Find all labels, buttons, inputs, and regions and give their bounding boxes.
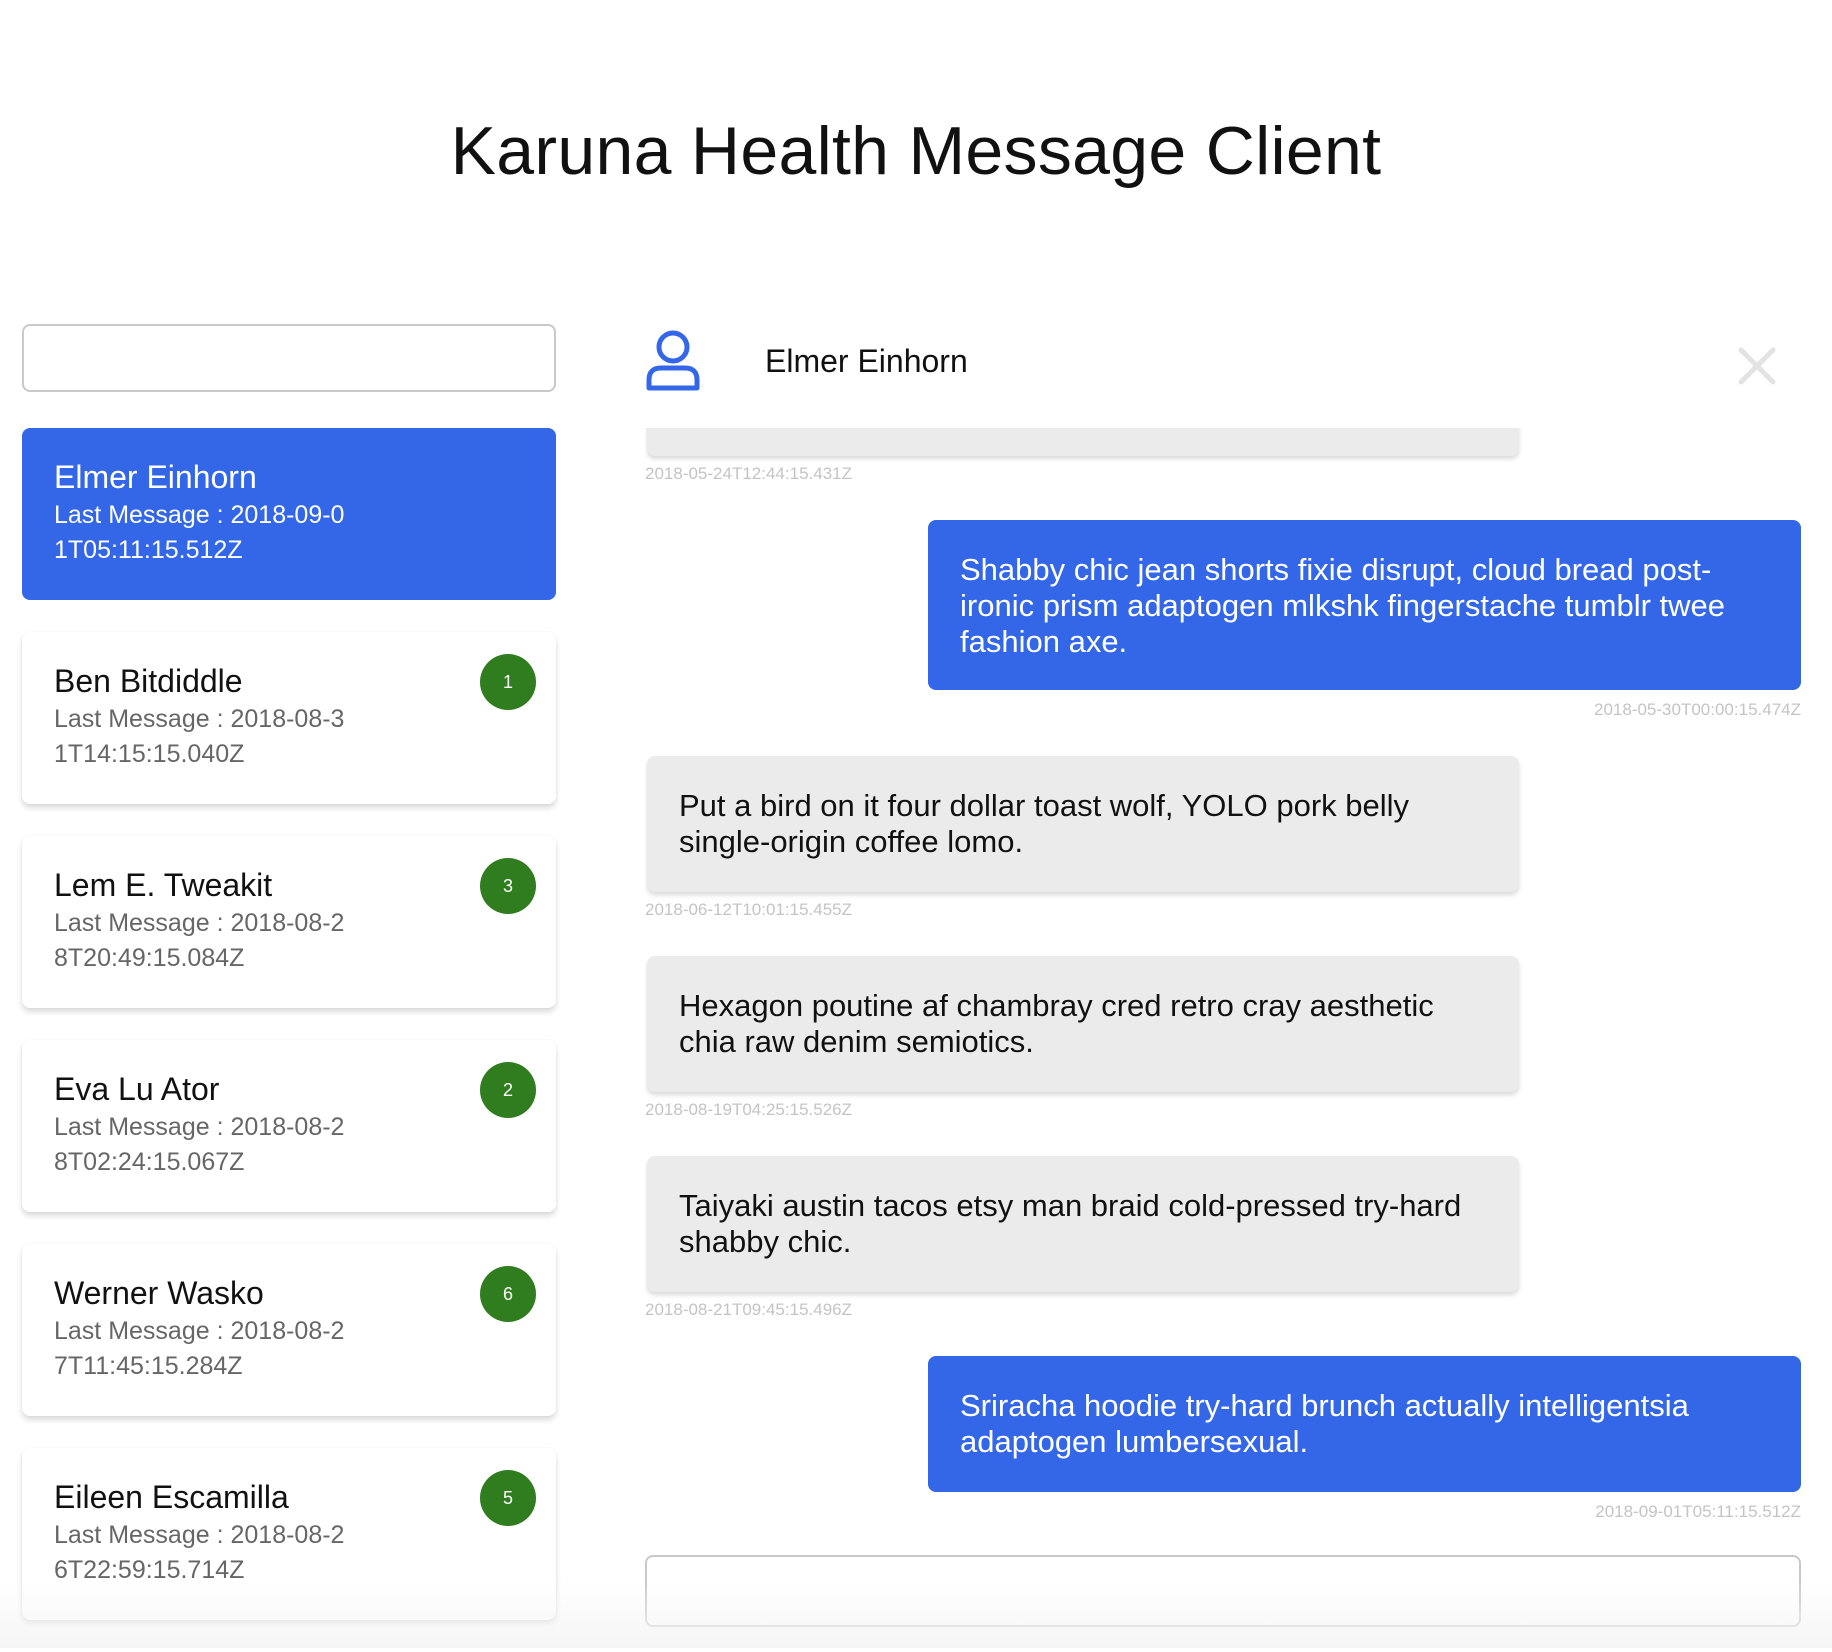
last-message-label: Last Message : <box>54 909 231 937</box>
last-message-label: Last Message : <box>54 1317 231 1345</box>
message-timestamp: 2018-06-12T10:01:15.455Z <box>645 900 852 919</box>
conversation-name: Eva Lu Ator <box>54 1071 220 1107</box>
conversation-last-message: Last Message : 2018-09-01T05:11:15.512Z <box>54 498 354 568</box>
conversation-last-message: Last Message : 2018-08-31T14:15:15.040Z <box>54 702 354 772</box>
last-message-label: Last Message : <box>54 1521 231 1549</box>
conversation-sidebar: Elmer Einhorn Last Message : 2018-09-01T… <box>22 324 556 1648</box>
conversation-item-eileen-escamilla[interactable]: Eileen Escamilla Last Message : 2018-08-… <box>22 1448 556 1620</box>
message-timestamp: 2018-05-30T00:00:15.474Z <box>1594 700 1801 719</box>
message-bubble-outgoing: Shabby chic jean shorts fixie disrupt, c… <box>928 520 1801 690</box>
message-bubble-incoming <box>647 428 1519 456</box>
conversation-name: Eileen Escamilla <box>54 1479 289 1515</box>
chat-header: Elmer Einhorn <box>645 324 1795 398</box>
message-bubble-incoming: Hexagon poutine af chambray cred retro c… <box>647 956 1519 1092</box>
close-icon[interactable] <box>1735 344 1779 388</box>
conversation-item-eva-lu-ator[interactable]: Eva Lu Ator Last Message : 2018-08-28T02… <box>22 1040 556 1212</box>
conversation-name: Elmer Einhorn <box>54 459 257 495</box>
unread-count-badge: 5 <box>480 1470 536 1526</box>
message-timestamp: 2018-08-21T09:45:15.496Z <box>645 1300 852 1319</box>
message-thread[interactable]: 2018-05-24T12:44:15.431Z Shabby chic jea… <box>645 428 1803 1538</box>
conversation-last-message: Last Message : 2018-08-27T11:45:15.284Z <box>54 1314 354 1384</box>
message-text: Hexagon poutine af chambray cred retro c… <box>679 988 1434 1059</box>
unread-count-badge: 2 <box>480 1062 536 1118</box>
user-icon <box>645 328 701 392</box>
conversation-item-lem-e-tweakit[interactable]: Lem E. Tweakit Last Message : 2018-08-28… <box>22 836 556 1008</box>
conversation-name: Lem E. Tweakit <box>54 867 273 903</box>
unread-count-badge: 6 <box>480 1266 536 1322</box>
conversation-last-message: Last Message : 2018-08-28T02:24:15.067Z <box>54 1110 354 1180</box>
message-bubble-outgoing: Sriracha hoodie try-hard brunch actually… <box>928 1356 1801 1492</box>
message-text: Sriracha hoodie try-hard brunch actually… <box>960 1388 1689 1459</box>
message-text: Taiyaki austin tacos etsy man braid cold… <box>679 1188 1462 1259</box>
conversation-last-message: Last Message : 2018-08-26T22:59:15.714Z <box>54 1518 354 1588</box>
last-message-label: Last Message : <box>54 501 231 529</box>
conversation-item-ben-bitdiddle[interactable]: Ben Bitdiddle Last Message : 2018-08-31T… <box>22 632 556 804</box>
app-title: Karuna Health Message Client <box>450 113 1382 189</box>
conversation-item-werner-wasko[interactable]: Werner Wasko Last Message : 2018-08-27T1… <box>22 1244 556 1416</box>
search-input[interactable] <box>22 324 556 392</box>
message-timestamp: 2018-09-01T05:11:15.512Z <box>1595 1502 1801 1521</box>
unread-count-badge: 3 <box>480 858 536 914</box>
unread-count-badge: 1 <box>480 654 536 710</box>
message-bubble-incoming: Taiyaki austin tacos etsy man braid cold… <box>647 1156 1519 1292</box>
last-message-label: Last Message : <box>54 1113 231 1141</box>
contact-name: Elmer Einhorn <box>765 343 968 379</box>
conversation-name: Ben Bitdiddle <box>54 663 243 699</box>
message-text: Put a bird on it four dollar toast wolf,… <box>679 788 1410 859</box>
conversation-list: Elmer Einhorn Last Message : 2018-09-01T… <box>22 428 556 1652</box>
conversation-item-elmer-einhorn[interactable]: Elmer Einhorn Last Message : 2018-09-01T… <box>22 428 556 600</box>
conversation-last-message: Last Message : 2018-08-28T20:49:15.084Z <box>54 906 354 976</box>
message-timestamp: 2018-05-24T12:44:15.431Z <box>645 464 852 483</box>
message-compose-input[interactable] <box>645 1555 1801 1627</box>
message-bubble-incoming: Put a bird on it four dollar toast wolf,… <box>647 756 1519 892</box>
last-message-label: Last Message : <box>54 705 231 733</box>
message-text: Shabby chic jean shorts fixie disrupt, c… <box>960 552 1726 659</box>
message-timestamp: 2018-08-19T04:25:15.526Z <box>645 1100 852 1119</box>
conversation-name: Werner Wasko <box>54 1275 264 1311</box>
